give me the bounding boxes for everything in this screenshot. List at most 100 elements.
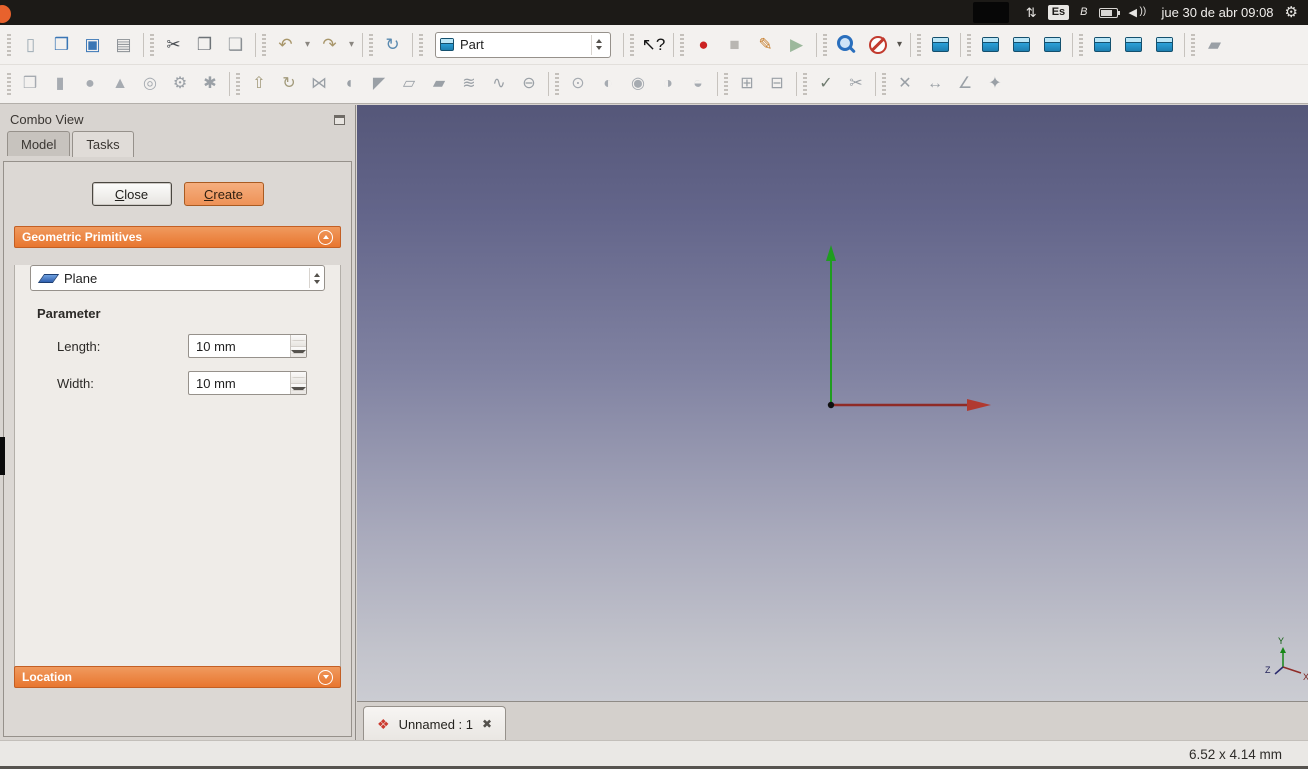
part-cone-button[interactable]: ▲ [105, 70, 135, 99]
view-right-button[interactable] [1037, 29, 1068, 60]
part-check-geometry-button[interactable]: ✓ [811, 70, 841, 99]
cut-button[interactable]: ✂ [158, 29, 189, 60]
toolbar-drag-handle[interactable] [823, 33, 827, 56]
macro-stop-button[interactable]: ■ [719, 29, 750, 60]
toolbar-drag-handle[interactable] [7, 73, 11, 95]
print-button[interactable]: ▤ [108, 29, 139, 60]
measure-distance-button[interactable]: ▰ [1199, 29, 1230, 60]
part-mirror-button[interactable]: ⋈ [304, 70, 334, 99]
toolbar-drag-handle[interactable] [419, 33, 423, 56]
part-sweep-button[interactable]: ∿ [484, 70, 514, 99]
toolbar-drag-handle[interactable] [630, 33, 634, 56]
text-direction-icon[interactable]: ⇅ [1026, 6, 1037, 19]
close-tab-icon[interactable]: ✖ [482, 718, 492, 730]
undo-button[interactable]: ↶ [270, 29, 301, 60]
part-chamfer-button[interactable]: ◤ [364, 70, 394, 99]
spin-up-button[interactable] [291, 335, 306, 347]
redo-button[interactable]: ↷ [314, 29, 345, 60]
keyboard-layout-indicator[interactable]: Es [1047, 4, 1070, 21]
close-button[interactable]: Close [91, 182, 172, 206]
part-extrude-button[interactable]: ⇧ [244, 70, 274, 99]
section-header-geometric-primitives[interactable]: Geometric Primitives [14, 226, 341, 248]
toolbar-drag-handle[interactable] [1191, 33, 1195, 56]
toolbar-drag-handle[interactable] [917, 33, 921, 56]
toolbar-drag-handle[interactable] [236, 73, 240, 95]
draw-style-button[interactable] [862, 29, 893, 60]
part-torus-button[interactable]: ◎ [135, 70, 165, 99]
copy-button[interactable]: ❐ [189, 29, 220, 60]
part-make-face-button[interactable]: ▱ [394, 70, 424, 99]
float-panel-icon[interactable] [334, 114, 345, 125]
part-explode-compound-button[interactable]: ⊟ [762, 70, 792, 99]
part-common-button[interactable]: ◑ [653, 70, 683, 99]
toolbar-drag-handle[interactable] [150, 33, 154, 56]
part-offset-button[interactable]: ⊖ [514, 70, 544, 99]
part-boolean-button[interactable]: ⊙ [563, 70, 593, 99]
part-union-button[interactable]: ◉ [623, 70, 653, 99]
macro-record-button[interactable]: ● [688, 29, 719, 60]
part-revolve-button[interactable]: ↻ [274, 70, 304, 99]
clock[interactable]: jue 30 de abr 09:08 [1162, 5, 1274, 20]
volume-icon[interactable] [1129, 6, 1151, 20]
tab-tasks[interactable]: Tasks [72, 131, 134, 157]
fit-all-button[interactable] [831, 29, 862, 60]
part-loft-button[interactable]: ≋ [454, 70, 484, 99]
tab-model[interactable]: Model [7, 131, 71, 156]
collapse-section-icon[interactable] [318, 229, 333, 245]
part-cylinder-button[interactable]: ▮ [45, 70, 75, 99]
whats-this-button[interactable]: ↖? [638, 29, 669, 60]
view-rear-button[interactable] [1087, 29, 1118, 60]
save-file-button[interactable]: ▣ [77, 29, 108, 60]
part-shape-builder-button[interactable]: ✱ [195, 70, 225, 99]
spin-down-button[interactable] [291, 346, 306, 357]
toolbar-drag-handle[interactable] [262, 33, 266, 56]
new-file-button[interactable]: ▯ [15, 29, 46, 60]
part-measure-linear-button[interactable]: ↔ [920, 70, 950, 99]
view-left-button[interactable] [1149, 29, 1180, 60]
spin-up-button[interactable] [291, 372, 306, 384]
length-value[interactable]: 10 mm [189, 335, 290, 357]
width-input[interactable]: 10 mm [188, 371, 307, 395]
battery-icon[interactable] [1098, 7, 1120, 18]
part-fillet-button[interactable]: ◖ [334, 70, 364, 99]
view-top-button[interactable] [1006, 29, 1037, 60]
part-create-primitives-button[interactable]: ⚙ [165, 70, 195, 99]
bluetooth-icon[interactable]: B [1080, 7, 1087, 18]
primitive-type-dropdown[interactable]: Plane [30, 265, 325, 291]
view-front-button[interactable] [975, 29, 1006, 60]
toolbar-drag-handle[interactable] [7, 33, 11, 56]
open-file-button[interactable]: ❒ [46, 29, 77, 60]
length-input[interactable]: 10 mm [188, 334, 307, 358]
part-measure-angular-button[interactable]: ∠ [950, 70, 980, 99]
part-cross-sections-button[interactable]: ✕ [890, 70, 920, 99]
part-section-button[interactable]: ◒ [683, 70, 713, 99]
section-header-location[interactable]: Location [14, 666, 341, 688]
toolbar-drag-handle[interactable] [1079, 33, 1083, 56]
part-make-compound-button[interactable]: ⊞ [732, 70, 762, 99]
paste-button[interactable]: ❑ [220, 29, 251, 60]
combobox-arrows-icon[interactable] [591, 34, 606, 55]
redo-menu-button[interactable]: ▾ [345, 29, 358, 60]
width-spinner[interactable] [290, 372, 306, 394]
toolbar-drag-handle[interactable] [803, 73, 807, 95]
part-box-button[interactable]: ❒ [15, 70, 45, 99]
view-bottom-button[interactable] [1118, 29, 1149, 60]
spin-down-button[interactable] [291, 383, 306, 394]
toolbar-drag-handle[interactable] [724, 73, 728, 95]
part-sphere-button[interactable]: ● [75, 70, 105, 99]
part-cut-button[interactable]: ◐ [593, 70, 623, 99]
length-spinner[interactable] [290, 335, 306, 357]
workbench-selector[interactable]: Part [435, 31, 611, 58]
macro-play-button[interactable]: ▶ [781, 29, 812, 60]
session-gear-icon[interactable]: ⚙ [1285, 5, 1298, 20]
part-refine-shape-button[interactable]: ✦ [980, 70, 1010, 99]
part-defeaturing-button[interactable]: ✂ [841, 70, 871, 99]
combobox-arrows-icon[interactable] [309, 268, 324, 288]
width-value[interactable]: 10 mm [189, 372, 290, 394]
undo-menu-button[interactable]: ▾ [301, 29, 314, 60]
toolbar-drag-handle[interactable] [369, 33, 373, 56]
macro-edit-button[interactable]: ✎ [750, 29, 781, 60]
refresh-button[interactable]: ↻ [377, 29, 408, 60]
document-tab[interactable]: ❖ Unnamed : 1 ✖ [363, 706, 507, 741]
create-button[interactable]: Create [183, 182, 264, 206]
